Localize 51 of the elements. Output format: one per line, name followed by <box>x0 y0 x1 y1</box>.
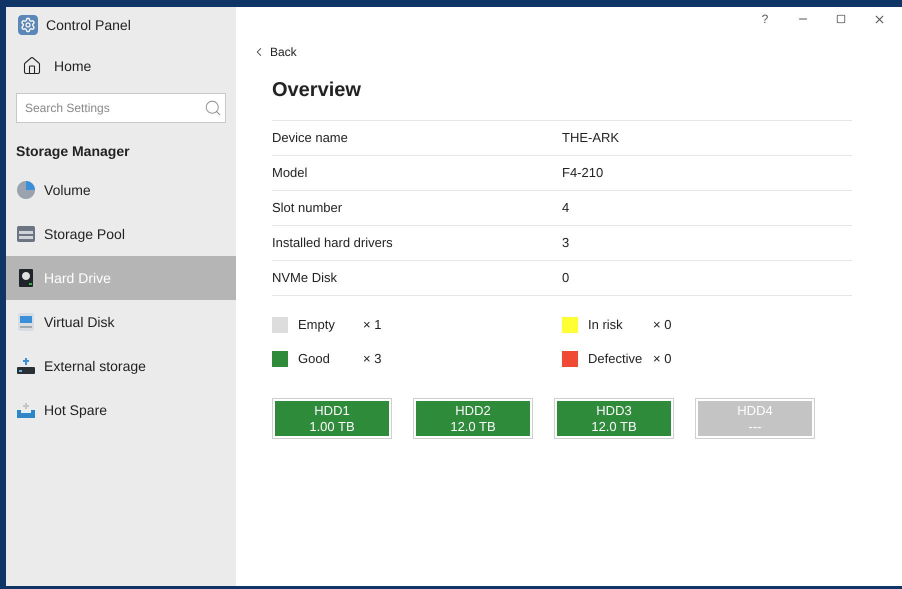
disk-name: HDD4 <box>737 402 773 418</box>
disk-slot[interactable]: HDD3 12.0 TB <box>554 398 674 439</box>
detail-value: THE-ARK <box>562 129 620 148</box>
detail-label: Model <box>272 164 308 182</box>
storage-stack-icon <box>16 224 36 244</box>
app-title: Control Panel <box>46 16 131 34</box>
disk-name: HDD2 <box>455 402 491 418</box>
legend-label: Good <box>298 350 331 368</box>
sidebar-item[interactable]: Virtual Disk <box>6 300 236 344</box>
disk-size: 1.00 TB <box>309 418 355 434</box>
sidebar-item[interactable]: Volume <box>6 168 236 212</box>
legend-count: × 3 <box>363 350 382 368</box>
disk-size: 12.0 TB <box>450 418 496 434</box>
detail-label: Device name <box>272 129 349 148</box>
detail-value: 3 <box>562 234 570 252</box>
external-drive-icon <box>16 356 36 376</box>
page-title: Overview <box>272 78 362 103</box>
legend-count: × 0 <box>653 350 672 368</box>
help-button[interactable]: ? <box>746 10 784 28</box>
section-heading: Storage Manager <box>15 142 131 161</box>
search-field[interactable]: Search Settings <box>16 93 226 123</box>
gear-icon <box>18 15 38 35</box>
disk-slot[interactable]: HDD1 1.00 TB <box>272 398 392 439</box>
sidebar-item[interactable]: External storage <box>6 344 236 388</box>
sidebar-item[interactable]: Hot Spare <box>6 388 236 432</box>
legend-count: × 0 <box>653 316 672 334</box>
detail-label: Installed hard drivers <box>272 234 394 252</box>
back-button[interactable]: Back <box>252 43 297 61</box>
home-icon <box>22 56 42 76</box>
sidebar-item[interactable]: Storage Pool <box>6 212 236 256</box>
maximize-icon <box>836 14 846 24</box>
search-icon <box>204 99 222 117</box>
legend-label: Defective <box>588 350 644 368</box>
detail-value: F4-210 <box>562 164 604 182</box>
tray-icon <box>16 400 36 420</box>
legend-label: Empty <box>298 316 336 334</box>
disk-size: 12.0 TB <box>591 418 637 434</box>
pie-chart-icon <box>16 180 36 200</box>
disk-slot[interactable]: HDD2 12.0 TB <box>413 398 533 439</box>
detail-label: NVMe Disk <box>272 269 338 288</box>
detail-value: 0 <box>562 269 570 288</box>
home-button[interactable]: Home <box>6 43 236 89</box>
close-icon <box>872 12 886 26</box>
detail-value: 4 <box>562 199 570 218</box>
disk-size: --- <box>748 418 762 434</box>
hard-drive-icon <box>16 268 36 288</box>
legend-label: In risk <box>588 316 624 334</box>
legend-count: × 1 <box>363 316 382 334</box>
disk-name: HDD1 <box>314 402 350 418</box>
disk-name: HDD3 <box>596 402 632 418</box>
detail-label: Slot number <box>272 199 344 218</box>
